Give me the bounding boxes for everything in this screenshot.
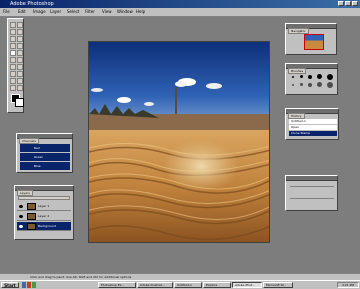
healing-brush-tool-icon[interactable] <box>10 43 16 49</box>
pen-tool-icon[interactable] <box>10 78 16 84</box>
layer-thumbnail <box>27 223 36 230</box>
clone-stamp-tool-icon[interactable] <box>10 50 16 56</box>
history-panel: History Untitled-1 Open Clone Stamp <box>285 108 339 140</box>
document-canvas[interactable] <box>88 41 270 243</box>
zoom-tool-icon[interactable] <box>17 85 23 91</box>
marquee-tool-icon[interactable] <box>10 22 16 28</box>
menu-view[interactable]: View <box>102 9 112 14</box>
channel-row[interactable]: Green <box>20 153 70 161</box>
taskbar-item[interactable]: Adobe Illustrat... <box>137 282 173 288</box>
info-panel <box>285 175 338 211</box>
blur-tool-icon[interactable] <box>10 64 16 70</box>
menu-edit[interactable]: Edit <box>18 9 26 14</box>
taskbar-item[interactable]: Photoshop Ex... <box>98 282 136 288</box>
navigator-panel: Navigator <box>285 23 337 55</box>
tab-brushes[interactable]: Brushes <box>288 68 307 74</box>
gradient-tool-icon[interactable] <box>17 57 23 63</box>
history-item[interactable]: Open <box>289 125 337 130</box>
quick-launch-icon[interactable] <box>22 282 26 288</box>
window-titlebar: Adobe Photoshop <box>0 0 360 8</box>
layer-row-selected[interactable]: Background <box>17 222 71 231</box>
menu-layer[interactable]: Layer <box>50 9 61 14</box>
move-tool-icon[interactable] <box>17 22 23 28</box>
history-item-selected[interactable]: Clone Stamp <box>289 131 337 136</box>
hand-tool-icon[interactable] <box>10 85 16 91</box>
brush-tip-icon[interactable] <box>300 83 303 86</box>
path-tool-icon[interactable] <box>10 71 16 77</box>
menu-file[interactable]: File <box>3 9 10 14</box>
minimize-button[interactable] <box>338 1 344 6</box>
divider <box>290 186 334 187</box>
lasso-tool-icon[interactable] <box>10 29 16 35</box>
menu-image[interactable]: Image <box>33 9 46 14</box>
eye-icon[interactable] <box>19 205 23 208</box>
menu-bar: File Edit Image Layer Select Filter View… <box>0 8 360 17</box>
start-button[interactable]: Start <box>1 282 19 288</box>
background-color-swatch[interactable] <box>15 98 24 107</box>
channel-row[interactable]: Blue <box>20 162 70 170</box>
taskbar-item[interactable]: Untitled-1 <box>174 282 202 288</box>
brush-tip-icon[interactable] <box>300 75 303 78</box>
brush-tip-icon[interactable] <box>317 74 322 79</box>
quick-launch-icon[interactable] <box>32 282 36 288</box>
panel-header[interactable] <box>286 176 337 181</box>
type-tool-icon[interactable] <box>17 71 23 77</box>
layer-thumbnail <box>27 203 36 210</box>
eraser-tool-icon[interactable] <box>10 57 16 63</box>
eye-icon[interactable] <box>19 225 23 228</box>
brush-tip-icon[interactable] <box>292 84 294 86</box>
taskbar-item[interactable]: Explore <box>203 282 231 288</box>
divider <box>290 198 334 199</box>
brushes-panel: Brushes <box>285 63 338 95</box>
status-text: Click and drag to paint. Use Alt, Shift … <box>30 275 133 279</box>
layer-name: Layer 2 <box>38 214 50 218</box>
menu-window[interactable]: Window <box>117 9 133 14</box>
blend-mode-select[interactable] <box>18 196 70 200</box>
taskbar-item[interactable]: Microsoft W... <box>263 282 293 288</box>
taskbar-item-active[interactable]: Adobe Phot... <box>232 282 262 288</box>
menu-help[interactable]: Help <box>136 9 145 14</box>
brush-tool-icon[interactable] <box>17 43 23 49</box>
brush-tip-icon[interactable] <box>327 82 333 88</box>
brush-tip-icon[interactable] <box>308 83 312 87</box>
layer-row[interactable]: Layer 2 <box>17 212 71 221</box>
menu-select[interactable]: Select <box>67 9 79 14</box>
brush-tip-icon[interactable] <box>327 74 333 80</box>
maximize-button[interactable] <box>345 1 351 6</box>
brush-tip-icon[interactable] <box>317 82 322 87</box>
taskbar-clock: 3:21 PM <box>337 282 359 288</box>
layer-name: Layer 1 <box>38 204 50 208</box>
channels-panel: Channels Red Green Blue <box>16 133 73 173</box>
shape-tool-icon[interactable] <box>17 78 23 84</box>
layer-name: Background <box>38 224 56 228</box>
history-item[interactable]: Untitled-1 <box>289 119 337 124</box>
desert-photo <box>89 42 269 242</box>
quick-launch-icon[interactable] <box>27 282 31 288</box>
toolbox <box>7 18 24 113</box>
dodge-tool-icon[interactable] <box>17 64 23 70</box>
layer-thumbnail <box>27 213 36 220</box>
brush-tip-icon[interactable] <box>308 75 312 79</box>
channel-row[interactable]: Red <box>20 144 70 152</box>
history-brush-tool-icon[interactable] <box>17 50 23 56</box>
crop-tool-icon[interactable] <box>10 36 16 42</box>
slice-tool-icon[interactable] <box>17 36 23 42</box>
layers-panel: Layers Layer 1 Layer 2 Background <box>14 185 74 240</box>
brush-tip-icon[interactable] <box>292 76 294 78</box>
eye-icon[interactable] <box>19 215 23 218</box>
menu-filter[interactable]: Filter <box>85 9 95 14</box>
window-title: Adobe Photoshop <box>10 1 54 7</box>
layer-row[interactable]: Layer 1 <box>17 202 71 211</box>
navigator-thumbnail[interactable] <box>304 34 324 50</box>
close-button[interactable] <box>352 1 358 6</box>
magic-wand-tool-icon[interactable] <box>17 29 23 35</box>
